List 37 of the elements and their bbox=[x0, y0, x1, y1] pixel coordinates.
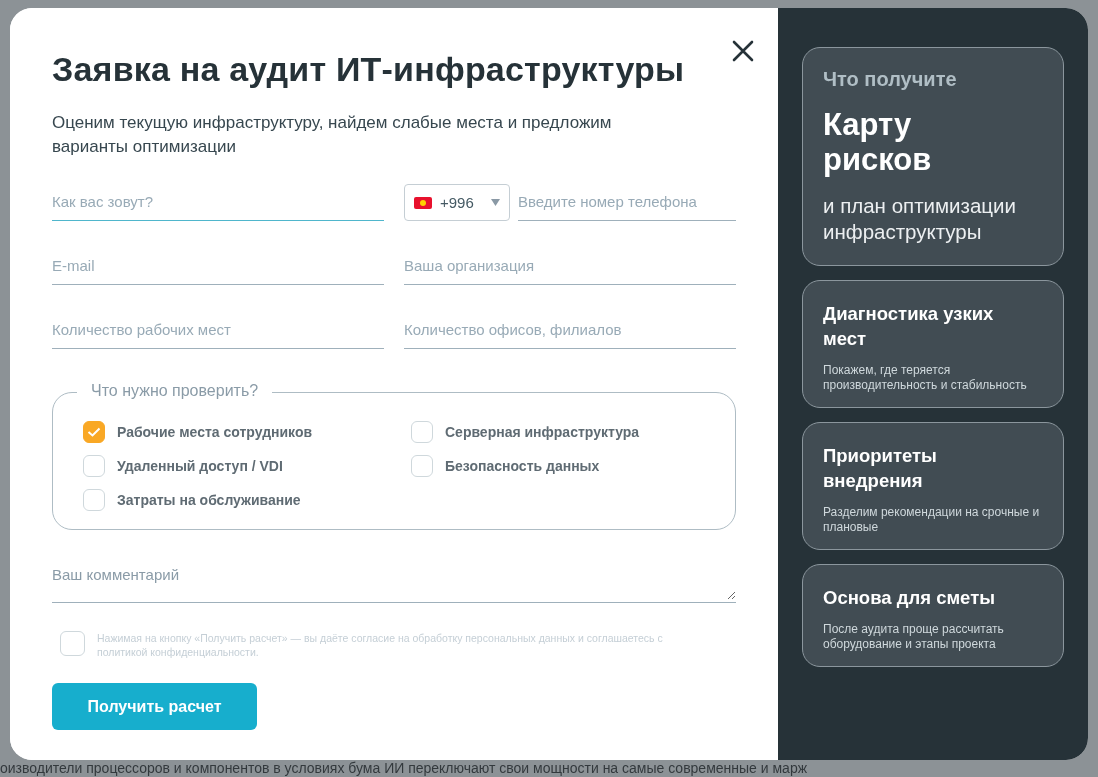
group-legend: Что нужно проверить? bbox=[77, 382, 273, 400]
card-title: Диагностика узких мест bbox=[823, 302, 995, 351]
dialog-subtitle: Оценим текущую инфраструктуру, найдем слабые места и предложим варианты оптимизации bbox=[52, 112, 613, 158]
checkbox[interactable] bbox=[83, 489, 105, 511]
background-text: оизводители процессоров и компонентов в условиях бума ИИ переключают свои мощности на самые современные и марж bbox=[0, 760, 809, 777]
consent-checkbox[interactable] bbox=[60, 631, 85, 656]
checkbox[interactable] bbox=[83, 421, 105, 443]
card-title: Основа для сметы bbox=[823, 586, 997, 610]
input-field[interactable]: Ваша организация bbox=[404, 247, 736, 285]
phone-field[interactable]: Введите номер телефона bbox=[518, 183, 736, 221]
checkbox-label: Серверная инфраструктура bbox=[445, 424, 640, 440]
checkbox-label: Затраты на обслуживание bbox=[117, 492, 301, 508]
close-button[interactable] bbox=[730, 38, 756, 64]
checkbox-label: Удаленный доступ / VDI bbox=[117, 458, 283, 474]
checkbox-label: Безопасность данных bbox=[445, 458, 600, 474]
input-field[interactable]: Количество офисов, филиалов bbox=[404, 311, 736, 349]
input-field[interactable]: Как вас зовут? bbox=[52, 183, 384, 221]
card-eyebrow: Что получите bbox=[823, 68, 958, 91]
card-text: и план оптимизации инфраструктуры bbox=[823, 193, 1017, 245]
country-code-select[interactable]: +996 bbox=[404, 184, 510, 221]
checkbox[interactable] bbox=[83, 455, 105, 477]
card-headline: Карту рисков bbox=[823, 107, 933, 177]
caret-icon bbox=[491, 199, 500, 206]
comment-field[interactable]: Ваш комментарий bbox=[52, 566, 736, 603]
card-text: После аудита проще рассчитать оборудование и этапы проекта bbox=[823, 622, 1005, 652]
close-icon bbox=[732, 40, 754, 62]
dialog-title: Заявка на аудит ИТ-инфраструктуры bbox=[52, 50, 686, 89]
checkbox[interactable] bbox=[411, 455, 433, 477]
checkmark-icon bbox=[87, 427, 101, 437]
card-text: Разделим рекомендации на срочные и плановые bbox=[823, 505, 1041, 535]
checkbox[interactable] bbox=[411, 421, 433, 443]
card-text: Покажем, где теряется производительность и стабильность bbox=[823, 363, 1028, 393]
input-field[interactable]: Количество рабочих мест bbox=[52, 311, 384, 349]
flag-icon bbox=[414, 196, 432, 209]
card-title: Приоритеты внедрения bbox=[823, 444, 938, 493]
checkbox-label: Рабочие места сотрудников bbox=[117, 424, 313, 440]
input-field[interactable]: E-mail bbox=[52, 247, 384, 285]
